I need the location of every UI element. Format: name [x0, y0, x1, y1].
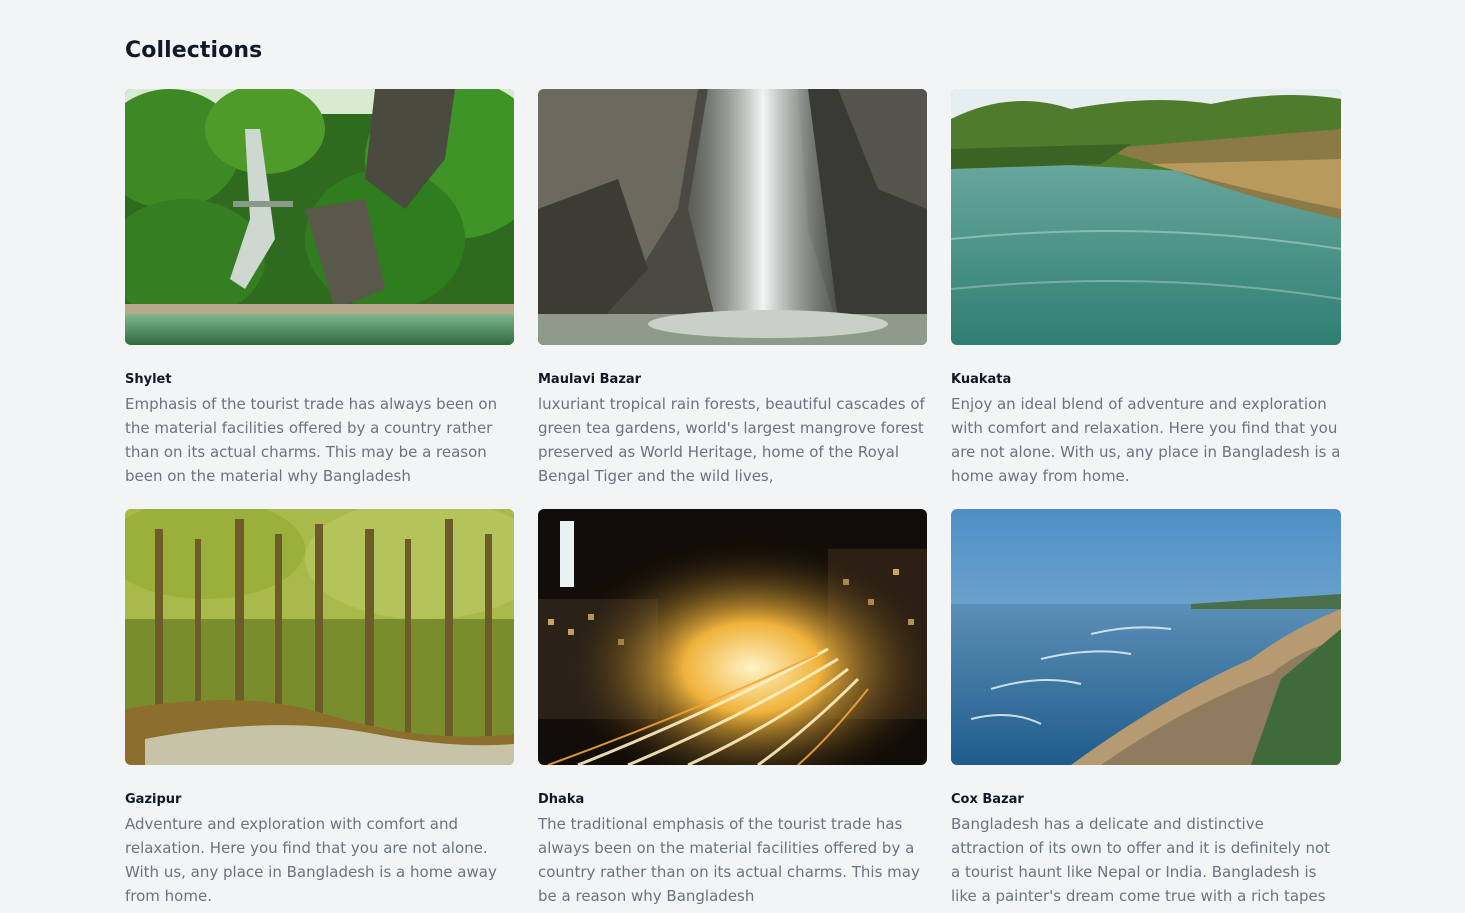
collection-card-gazipur[interactable]: Gazipur Adventure and exploration with c… [125, 509, 514, 905]
collection-name: Maulavi Bazar [538, 372, 642, 387]
collection-card-cox-bazar[interactable]: Cox Bazar Bangladesh has a delicate and … [951, 509, 1341, 905]
collection-description: Adventure and exploration with comfort a… [125, 815, 497, 905]
collection-description: Emphasis of the tourist trade has always… [125, 395, 498, 485]
collection-description: luxuriant tropical rain forests, beautif… [538, 395, 925, 485]
collection-name: Cox Bazar [951, 792, 1024, 807]
collection-name: Kuakata [951, 372, 1012, 387]
collection-card-kuakata[interactable]: Kuakata Enjoy an ideal blend of adventur… [951, 89, 1341, 485]
collection-card-maulavi-bazar[interactable]: Maulavi Bazar luxuriant tropical rain fo… [538, 89, 927, 485]
collection-description: The traditional emphasis of the tourist … [538, 815, 920, 905]
city-night-traffic-image[interactable] [538, 509, 927, 765]
collections-grid: Shylet Emphasis of the tourist trade has… [125, 89, 1341, 905]
beach-coast-image[interactable] [951, 509, 1341, 765]
collection-description: Enjoy an ideal blend of adventure and ex… [951, 395, 1341, 485]
collection-card-shylet[interactable]: Shylet Emphasis of the tourist trade has… [125, 89, 514, 485]
section-title: Collections [125, 38, 263, 63]
collection-name: Shylet [125, 372, 172, 387]
collections-page: Collections Shylet Emphasis of the touri… [0, 0, 1465, 913]
collection-name: Dhaka [538, 792, 585, 807]
collection-name: Gazipur [125, 792, 182, 807]
collection-description: Bangladesh has a delicate and distinctiv… [951, 815, 1331, 905]
waterfall-rock-image[interactable] [538, 89, 927, 345]
forest-path-image[interactable] [125, 509, 514, 765]
river-mangrove-image[interactable] [951, 89, 1341, 345]
waterfall-forest-image[interactable] [125, 89, 514, 345]
collection-card-dhaka[interactable]: Dhaka The traditional emphasis of the to… [538, 509, 927, 905]
